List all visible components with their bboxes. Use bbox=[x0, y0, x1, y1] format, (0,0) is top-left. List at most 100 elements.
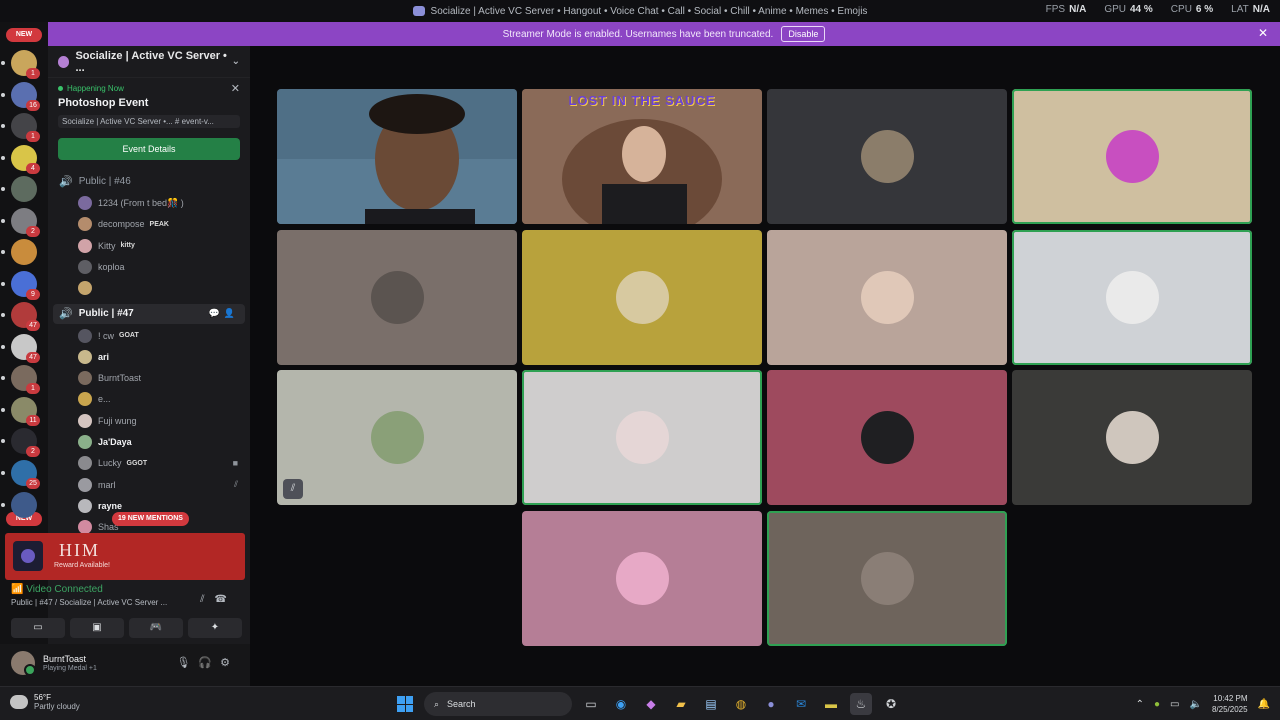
file-explorer-icon[interactable]: ▰ bbox=[670, 693, 692, 715]
member-name: ari bbox=[98, 351, 110, 362]
steam-icon[interactable]: ♨ bbox=[850, 693, 872, 715]
video-tile[interactable] bbox=[767, 230, 1007, 365]
chrome-icon[interactable]: ◍ bbox=[730, 693, 752, 715]
event-status: Happening Now bbox=[58, 84, 240, 93]
video-icon: ■ bbox=[232, 458, 238, 469]
video-tile[interactable] bbox=[1012, 230, 1252, 365]
voice-member[interactable] bbox=[78, 278, 246, 298]
server-icon-3[interactable]: 1 bbox=[1, 113, 40, 142]
video-tile[interactable] bbox=[767, 370, 1007, 505]
close-icon[interactable]: ✕ bbox=[231, 82, 240, 95]
screen-share-button[interactable]: ▣ bbox=[70, 618, 124, 638]
voice-member[interactable]: koploa bbox=[78, 257, 246, 277]
gear-icon[interactable]: ⚙ bbox=[220, 657, 238, 669]
server-icon-6[interactable]: 2 bbox=[1, 207, 40, 237]
chevron-down-icon[interactable]: ⌄ bbox=[232, 56, 240, 67]
copilot-icon[interactable]: ◆ bbox=[640, 693, 662, 715]
mic-icon[interactable]: 🎙 bbox=[176, 657, 198, 669]
noise-suppression-icon[interactable]: ⫽ bbox=[200, 594, 214, 605]
avatar bbox=[78, 217, 92, 232]
new-mentions-pill[interactable]: 19 NEW MENTIONS bbox=[112, 512, 189, 526]
voice-member[interactable]: Kitty kitty bbox=[78, 236, 246, 256]
server-icon-9[interactable]: 47 bbox=[1, 302, 40, 331]
video-tile[interactable] bbox=[522, 230, 762, 365]
notifications-icon[interactable]: 🔔 bbox=[1258, 699, 1270, 710]
voice-member[interactable]: BurntToast bbox=[78, 368, 246, 388]
camera-off-button[interactable]: ▭ bbox=[11, 618, 65, 638]
medal-icon[interactable]: ✪ bbox=[880, 693, 902, 715]
member-name: koploa bbox=[98, 261, 125, 272]
chevron-up-icon[interactable]: ⌃ bbox=[1136, 699, 1144, 710]
start-button[interactable] bbox=[394, 693, 416, 715]
video-tile[interactable] bbox=[1012, 370, 1252, 505]
video-tile[interactable] bbox=[1012, 89, 1252, 224]
unread-pip bbox=[1, 313, 5, 317]
voice-channel-2[interactable]: 🔊 Public | #47 💬👤 bbox=[53, 303, 245, 324]
chat-icon[interactable]: 💬 bbox=[209, 308, 224, 318]
voice-member[interactable]: Fuji wung bbox=[78, 411, 246, 431]
nvidia-icon[interactable]: ● bbox=[1154, 699, 1160, 710]
server-icon-12[interactable]: 11 bbox=[1, 396, 40, 426]
voice-member[interactable]: Lucky GGOT ■ bbox=[78, 453, 246, 473]
video-tile[interactable] bbox=[522, 370, 762, 505]
video-tile-camera-1[interactable] bbox=[277, 89, 517, 224]
server-icon-10[interactable]: 47 bbox=[1, 333, 40, 363]
new-badge-top[interactable]: NEW bbox=[6, 28, 42, 42]
video-tile[interactable] bbox=[767, 89, 1007, 224]
game-icon[interactable]: ▬ bbox=[820, 693, 842, 715]
voice-member[interactable]: 1234 (From t bed🎊 ) bbox=[78, 193, 246, 213]
discord-taskbar-icon[interactable]: ● bbox=[760, 693, 782, 715]
video-tile[interactable] bbox=[277, 230, 517, 365]
server-icon-4[interactable]: 4 bbox=[1, 144, 40, 174]
disconnect-icon[interactable]: ☎ bbox=[215, 594, 237, 605]
voice-member[interactable]: e... bbox=[78, 389, 246, 409]
taskbar-search[interactable]: ⌕ Search bbox=[424, 692, 572, 716]
activity-button[interactable]: 🎮 bbox=[129, 618, 183, 638]
reward-card[interactable]: HIM Reward Available! bbox=[5, 533, 245, 580]
server-icon-7[interactable] bbox=[1, 239, 37, 265]
server-icon-2[interactable]: 16 bbox=[1, 81, 40, 111]
soundboard-button[interactable]: ✦ bbox=[188, 618, 242, 638]
server-icon-1[interactable]: 1 bbox=[1, 50, 40, 79]
server-icon-15[interactable] bbox=[1, 492, 37, 518]
event-location[interactable]: Socialize | Active VC Server •... # even… bbox=[58, 115, 240, 128]
avatar[interactable] bbox=[11, 651, 36, 676]
close-icon[interactable]: ✕ bbox=[1258, 26, 1268, 40]
edge-icon[interactable]: ◉ bbox=[610, 693, 632, 715]
unread-pip bbox=[1, 61, 5, 65]
avatar bbox=[861, 552, 914, 605]
video-tile[interactable] bbox=[522, 511, 762, 646]
search-icon: ⌕ bbox=[434, 698, 440, 709]
voice-member[interactable]: decompose PEAK bbox=[78, 214, 246, 234]
streamer-mode-banner: Streamer Mode is enabled. Usernames have… bbox=[48, 22, 1280, 46]
clock[interactable]: 10:42 PM 8/25/2025 bbox=[1212, 693, 1248, 715]
display-icon[interactable]: ▭ bbox=[1170, 699, 1179, 710]
video-tile[interactable]: ⫽ bbox=[277, 370, 517, 505]
weather-widget[interactable]: 56°F Partly cloudy bbox=[10, 693, 80, 711]
server-icon-14[interactable]: 25 bbox=[1, 459, 40, 489]
task-view-icon[interactable]: ▭ bbox=[580, 693, 602, 715]
server-icon-5[interactable] bbox=[1, 176, 37, 202]
event-details-button[interactable]: Event Details bbox=[58, 138, 240, 160]
outlook-icon[interactable]: ✉ bbox=[790, 693, 812, 715]
disable-streamer-mode-button[interactable]: Disable bbox=[781, 26, 826, 42]
voice-member[interactable]: Ja'Daya bbox=[78, 432, 246, 452]
store-icon[interactable]: ▤ bbox=[700, 693, 722, 715]
video-tile[interactable] bbox=[767, 511, 1007, 646]
server-header[interactable]: Socialize | Active VC Server • ... ⌄ bbox=[48, 46, 250, 78]
voice-member[interactable]: ! cw GOAT bbox=[78, 326, 246, 346]
perf-fps: FPS N/A bbox=[1045, 4, 1087, 15]
headphones-icon[interactable]: 🎧 bbox=[198, 657, 220, 669]
voice-member[interactable]: marl ⫽ bbox=[78, 475, 246, 495]
voice-member[interactable]: ari bbox=[78, 347, 246, 367]
server-icon-13[interactable]: 2 bbox=[1, 428, 40, 457]
add-member-icon[interactable]: 👤 bbox=[224, 308, 239, 318]
video-tile-camera-2[interactable]: LOST IN THE SAUCE bbox=[522, 89, 762, 224]
server-icon-8[interactable]: 9 bbox=[1, 270, 40, 300]
avatar bbox=[1106, 411, 1159, 464]
member-name: decompose bbox=[98, 219, 145, 230]
server-icon-11[interactable]: 1 bbox=[1, 365, 40, 394]
volume-icon[interactable]: 🔈 bbox=[1190, 699, 1202, 710]
voice-channel-1[interactable]: 🔊 Public | #46 bbox=[53, 171, 245, 191]
member-name: marl bbox=[98, 479, 116, 490]
